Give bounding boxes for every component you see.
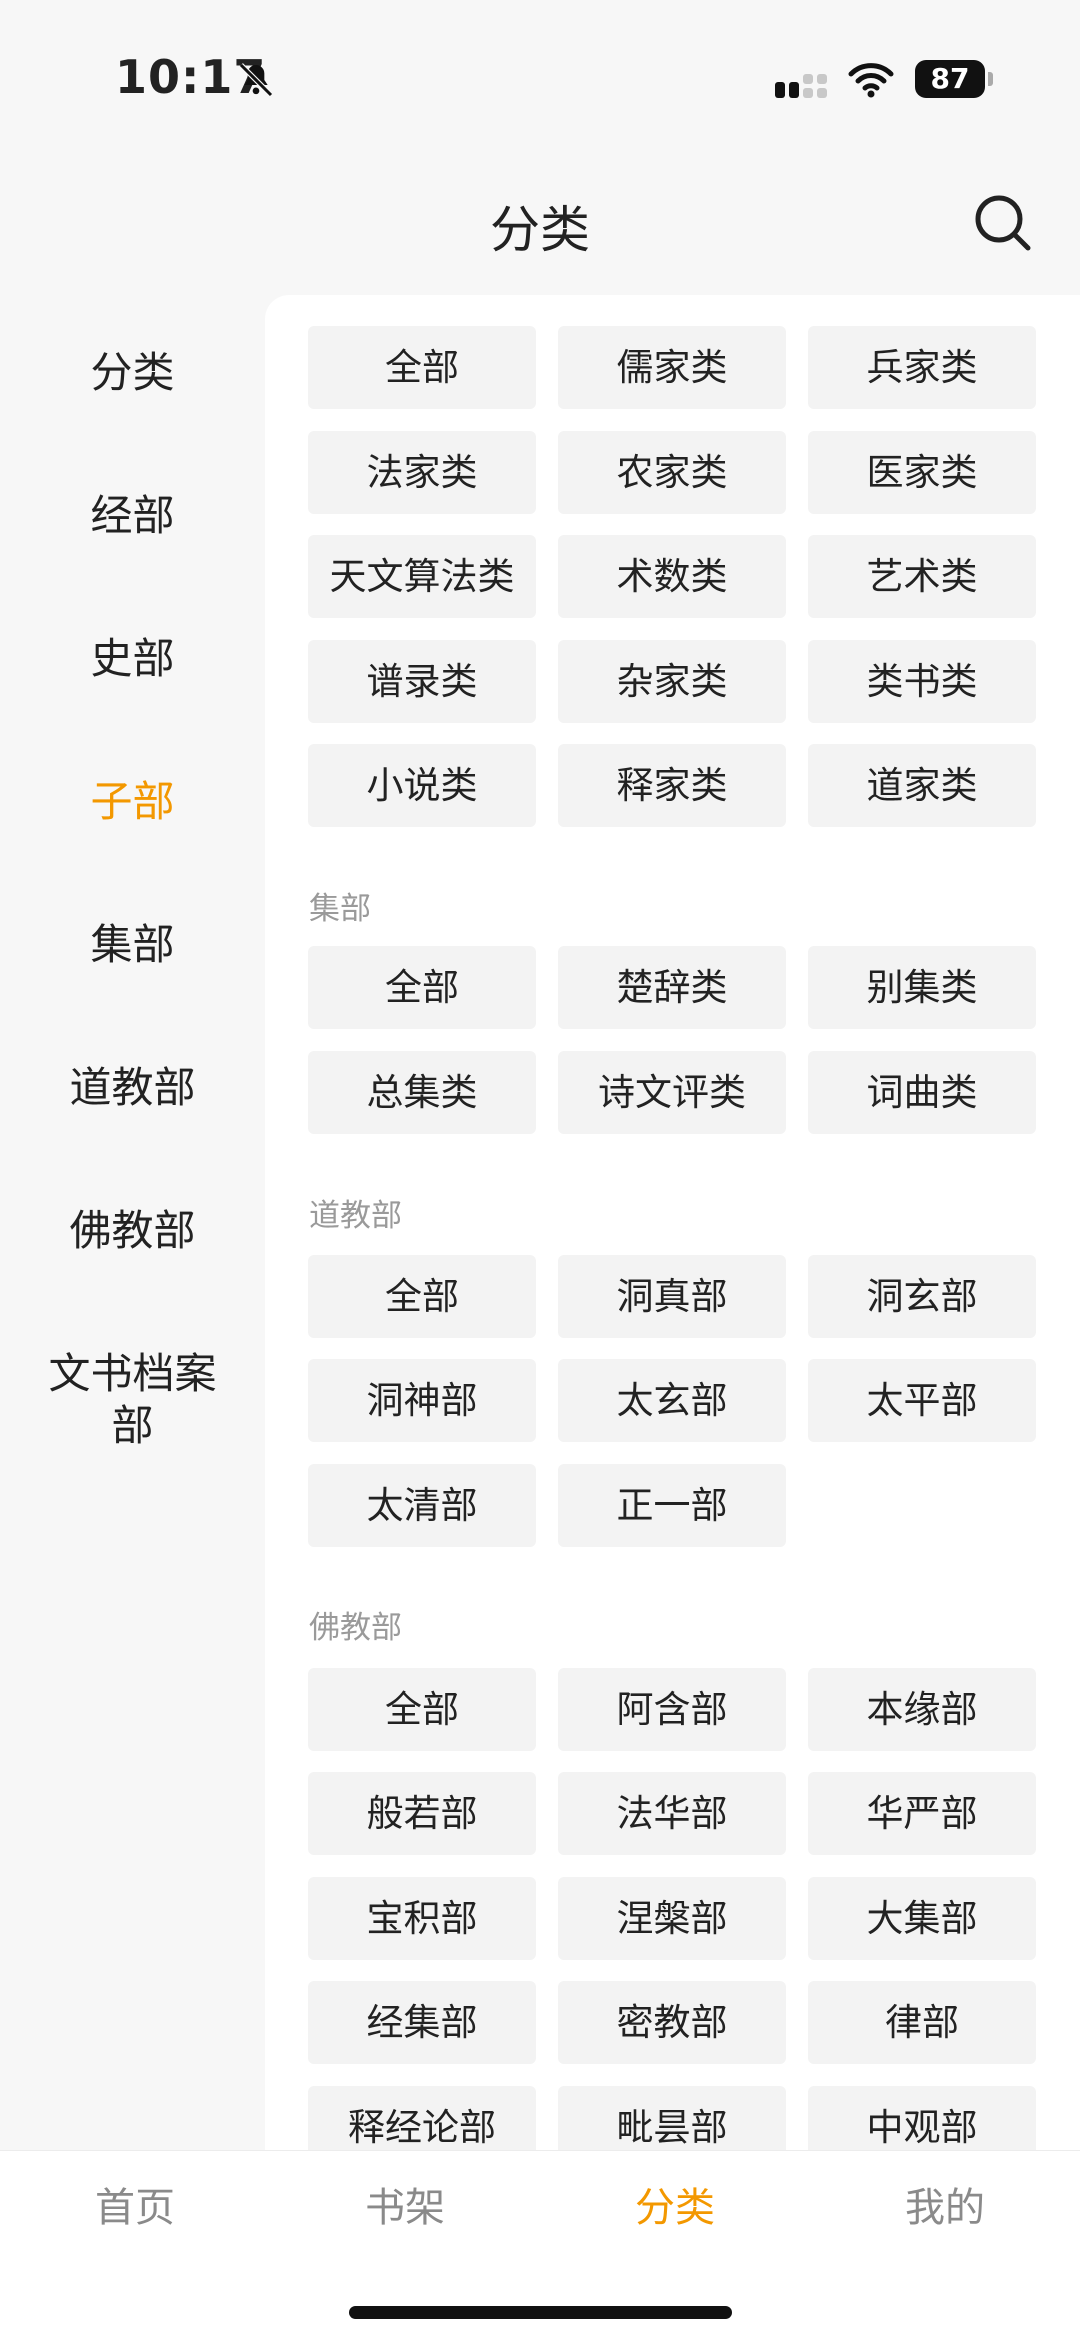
chip-jibu-shiwenping[interactable]: 诗文评类 (558, 1051, 786, 1134)
chip-jibu-zongji[interactable]: 总集类 (308, 1051, 536, 1134)
section-label-jibu: 集部 (309, 891, 371, 927)
tab-home[interactable]: 首页 (0, 2175, 270, 2233)
section-label-daojiao: 道教部 (309, 1198, 402, 1234)
chip-jibu-chuci[interactable]: 楚辞类 (558, 946, 786, 1029)
chip-fojiao-shijinglun[interactable]: 释经论部 (308, 2086, 536, 2150)
sidebar-item-shibu[interactable]: 史部 (0, 633, 265, 685)
sidebar-item-zibu[interactable]: 子部 (0, 776, 265, 828)
chip-fojiao-bore[interactable]: 般若部 (308, 1772, 536, 1855)
chip-zibu-fajia[interactable]: 法家类 (308, 431, 536, 514)
chip-fojiao-benyuan[interactable]: 本缘部 (808, 1668, 1036, 1751)
chip-fojiao-jingji[interactable]: 经集部 (308, 1981, 536, 2064)
cellular-signal-icon (773, 72, 833, 104)
chip-daojiao-dongshen[interactable]: 洞神部 (308, 1359, 536, 1442)
chip-fojiao-niepan[interactable]: 涅槃部 (558, 1877, 786, 1960)
chip-zibu-xiaoshuo[interactable]: 小说类 (308, 744, 536, 827)
chip-zibu-shushu[interactable]: 术数类 (558, 535, 786, 618)
chip-fojiao-mijiao[interactable]: 密教部 (558, 1981, 786, 2064)
chip-daojiao-dongzhen[interactable]: 洞真部 (558, 1255, 786, 1338)
tab-mine[interactable]: 我的 (810, 2175, 1080, 2233)
chip-fojiao-ahan[interactable]: 阿含部 (558, 1668, 786, 1751)
chip-zibu-quanbu[interactable]: 全部 (308, 326, 536, 409)
chip-jibu-bieji[interactable]: 别集类 (808, 946, 1036, 1029)
chip-fojiao-fahua[interactable]: 法华部 (558, 1772, 786, 1855)
chip-zibu-pulu[interactable]: 谱录类 (308, 640, 536, 723)
chip-fojiao-baoji[interactable]: 宝积部 (308, 1877, 536, 1960)
category-content: 全部 儒家类 兵家类 法家类 农家类 医家类 天文算法类 术数类 艺术类 谱录类… (265, 295, 1080, 2150)
chip-daojiao-taixuan[interactable]: 太玄部 (558, 1359, 786, 1442)
chip-daojiao-dongxuan[interactable]: 洞玄部 (808, 1255, 1036, 1338)
chip-daojiao-zhengyi[interactable]: 正一部 (558, 1464, 786, 1547)
chip-fojiao-pitan[interactable]: 毗昙部 (558, 2086, 786, 2150)
chip-zibu-shijia[interactable]: 释家类 (558, 744, 786, 827)
wifi-icon (848, 62, 894, 102)
battery-indicator: 87 (915, 60, 985, 98)
chip-fojiao-zhongguan[interactable]: 中观部 (808, 2086, 1036, 2150)
chip-zibu-zajia[interactable]: 杂家类 (558, 640, 786, 723)
chip-zibu-rujia[interactable]: 儒家类 (558, 326, 786, 409)
chip-fojiao-huayan[interactable]: 华严部 (808, 1772, 1036, 1855)
section-label-fojiao: 佛教部 (309, 1610, 402, 1646)
chip-zibu-yishu[interactable]: 艺术类 (808, 535, 1036, 618)
sidebar-item-wenshu[interactable]: 文书档案部 (40, 1348, 225, 1452)
chip-fojiao-daji[interactable]: 大集部 (808, 1877, 1036, 1960)
chip-jibu-ciqu[interactable]: 词曲类 (808, 1051, 1036, 1134)
chip-daojiao-taiping[interactable]: 太平部 (808, 1359, 1036, 1442)
chip-fojiao-quanbu[interactable]: 全部 (308, 1668, 536, 1751)
sidebar-item-fojiaobu[interactable]: 佛教部 (0, 1205, 265, 1257)
chip-zibu-daojia[interactable]: 道家类 (808, 744, 1036, 827)
sidebar-item-daojiaobu[interactable]: 道教部 (0, 1062, 265, 1114)
search-button[interactable] (968, 188, 1038, 258)
chip-fojiao-lvbu[interactable]: 律部 (808, 1981, 1036, 2064)
status-bar: 10:17 87 (0, 0, 1080, 140)
chip-zibu-bingjia[interactable]: 兵家类 (808, 326, 1036, 409)
bell-muted-icon (236, 60, 276, 104)
sidebar-item-jingbu[interactable]: 经部 (0, 490, 265, 542)
category-sidebar: 分类 经部 史部 子部 集部 道教部 佛教部 文书档案部 (0, 295, 265, 2150)
sidebar-item-fenlei[interactable]: 分类 (0, 347, 265, 399)
chip-daojiao-taiqing[interactable]: 太清部 (308, 1464, 536, 1547)
sidebar-item-jibu[interactable]: 集部 (0, 919, 265, 971)
chip-zibu-yijia[interactable]: 医家类 (808, 431, 1036, 514)
home-indicator (349, 2306, 732, 2319)
tab-bookshelf[interactable]: 书架 (270, 2175, 540, 2233)
search-icon (975, 195, 1031, 251)
chip-zibu-tianwen[interactable]: 天文算法类 (308, 535, 536, 618)
chip-jibu-quanbu[interactable]: 全部 (308, 946, 536, 1029)
chip-zibu-leishu[interactable]: 类书类 (808, 640, 1036, 723)
chip-zibu-nongjia[interactable]: 农家类 (558, 431, 786, 514)
chip-daojiao-quanbu[interactable]: 全部 (308, 1255, 536, 1338)
tab-category[interactable]: 分类 (540, 2175, 810, 2233)
page-title: 分类 (490, 201, 590, 259)
battery-cap (988, 72, 993, 86)
